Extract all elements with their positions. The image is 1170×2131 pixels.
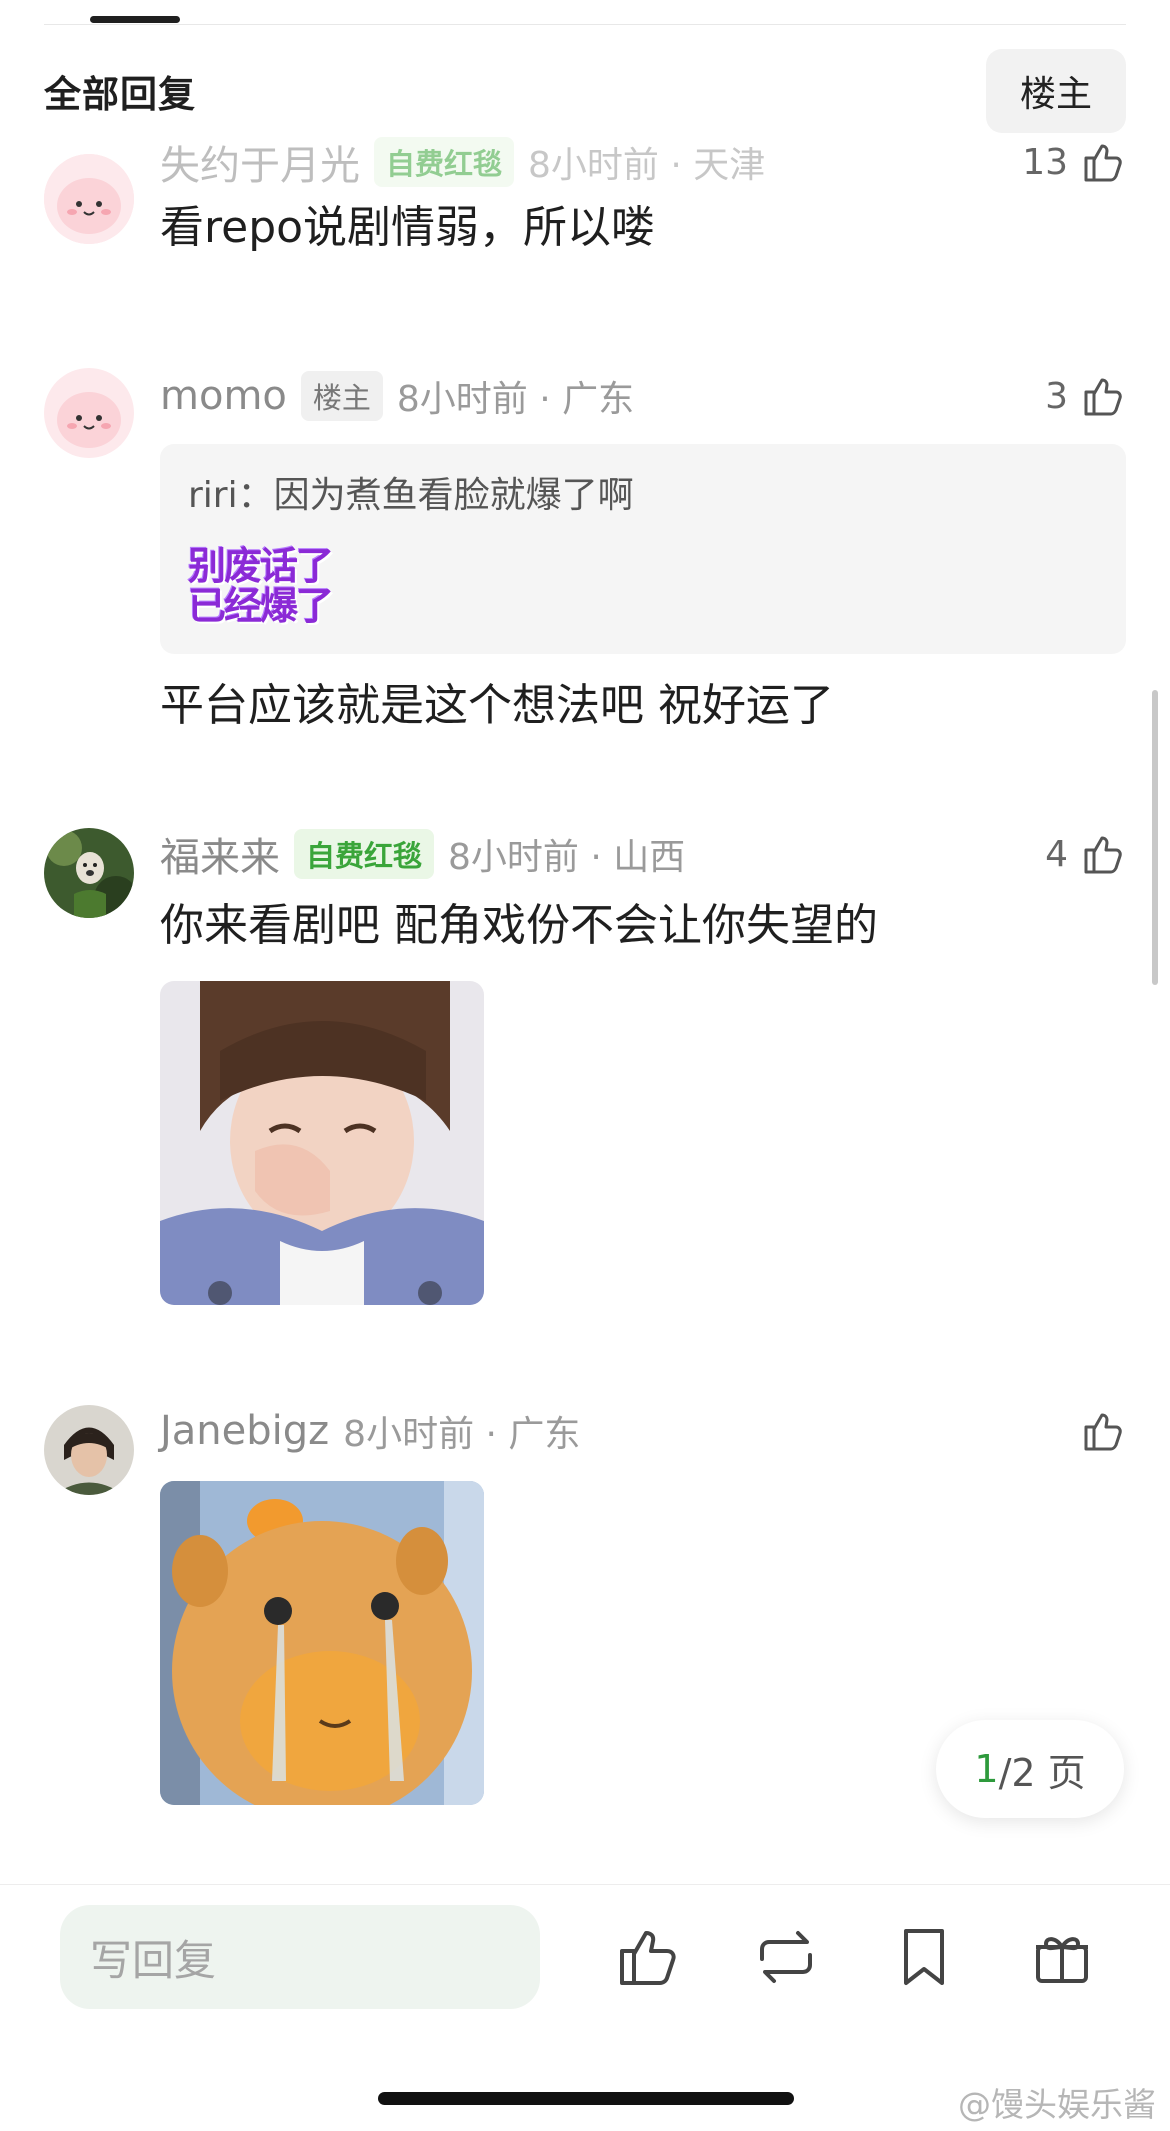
comment-meta: momo 楼主 8小时前 · 广东 (160, 368, 1126, 424)
comment-image[interactable] (160, 981, 484, 1306)
page-indicator[interactable]: 1 /2 页 (936, 1720, 1124, 1818)
crying-cartoon-animal-image (160, 1481, 484, 1805)
gift-icon[interactable] (1026, 1921, 1098, 1993)
comment-meta: 失约于月光 自费红毯 8小时前 · 天津 (160, 134, 1126, 190)
username[interactable]: Janebigz (160, 1408, 329, 1454)
op-badge: 楼主 (300, 371, 383, 421)
thumbs-up-icon (1084, 144, 1122, 182)
username[interactable]: 失约于月光 (160, 133, 360, 191)
person-photo-avatar-icon (44, 1405, 134, 1495)
username[interactable]: 福来来 (160, 825, 280, 883)
like-icon[interactable] (612, 1921, 684, 1993)
total-pages: /2 页 (998, 1750, 1086, 1795)
comment-text: 平台应该就是这个想法吧 祝好运了 (160, 680, 834, 731)
op-only-button[interactable]: 楼主 (986, 49, 1126, 133)
comment-meta: Janebigz 8小时前 · 广东 (160, 1403, 1126, 1459)
comment-time: 8小时前 · 山西 (448, 837, 686, 878)
top-divider (44, 24, 1126, 25)
avatar[interactable] (44, 154, 134, 244)
user-badge: 自费红毯 (374, 137, 515, 187)
avatar[interactable] (44, 368, 134, 458)
scrollbar[interactable] (1152, 690, 1158, 985)
comment-image[interactable] (160, 1481, 484, 1805)
quoted-reply[interactable]: riri：因为煮鱼看脸就爆了啊 别废话了 已经爆了 (160, 444, 1126, 654)
quoted-sticker-image: 别废话了 已经爆了 (188, 544, 348, 630)
thumbs-up-icon (1084, 1413, 1122, 1451)
like-count: 13 (1022, 141, 1068, 183)
thumbs-up-icon (1084, 378, 1122, 416)
user-badge: 自费红毯 (294, 829, 435, 879)
sticker-line: 别废话了 (188, 544, 334, 589)
pink-blob-avatar-icon (44, 368, 134, 458)
bookmark-icon[interactable] (888, 1921, 960, 1993)
dog-photo-avatar-icon (44, 828, 134, 918)
like-button[interactable] (1068, 1403, 1126, 1459)
like-button[interactable]: 13 (1022, 134, 1126, 190)
home-indicator (378, 2092, 794, 2105)
person-gif-image (160, 981, 484, 1306)
comment-time: 8小时前 · 广东 (343, 1414, 581, 1455)
sticker-line: 已经爆了 (188, 584, 334, 628)
quoted-text: riri：因为煮鱼看脸就爆了啊 (188, 475, 634, 516)
watermark-text: @馒头娱乐酱 (958, 2085, 1156, 2124)
like-button[interactable]: 3 (1045, 368, 1126, 424)
comment-meta: 福来来 自费红毯 8小时前 · 山西 (160, 826, 1126, 882)
replies-header: 全部回复 楼主 (44, 49, 1126, 133)
username[interactable]: momo (160, 373, 287, 419)
pink-blob-avatar-icon (44, 154, 134, 244)
current-page: 1 (974, 1747, 999, 1791)
tab-indicator (90, 16, 180, 23)
avatar[interactable] (44, 828, 134, 918)
avatar[interactable] (44, 1405, 134, 1495)
reply-input[interactable]: 写回复 (60, 1905, 540, 2009)
replies-title: 全部回复 (44, 73, 196, 116)
comment-text: 看repo说剧情弱，所以喽 (160, 202, 656, 253)
comment-time: 8小时前 · 天津 (528, 145, 766, 186)
comment-text: 你来看剧吧 配角戏份不会让你失望的 (160, 900, 878, 951)
thumbs-up-icon (1084, 836, 1122, 874)
comment-time: 8小时前 · 广东 (396, 379, 635, 420)
like-button[interactable]: 4 (1045, 826, 1126, 882)
repost-icon[interactable] (750, 1921, 822, 1993)
like-count: 3 (1045, 375, 1068, 417)
like-count: 4 (1045, 833, 1068, 875)
